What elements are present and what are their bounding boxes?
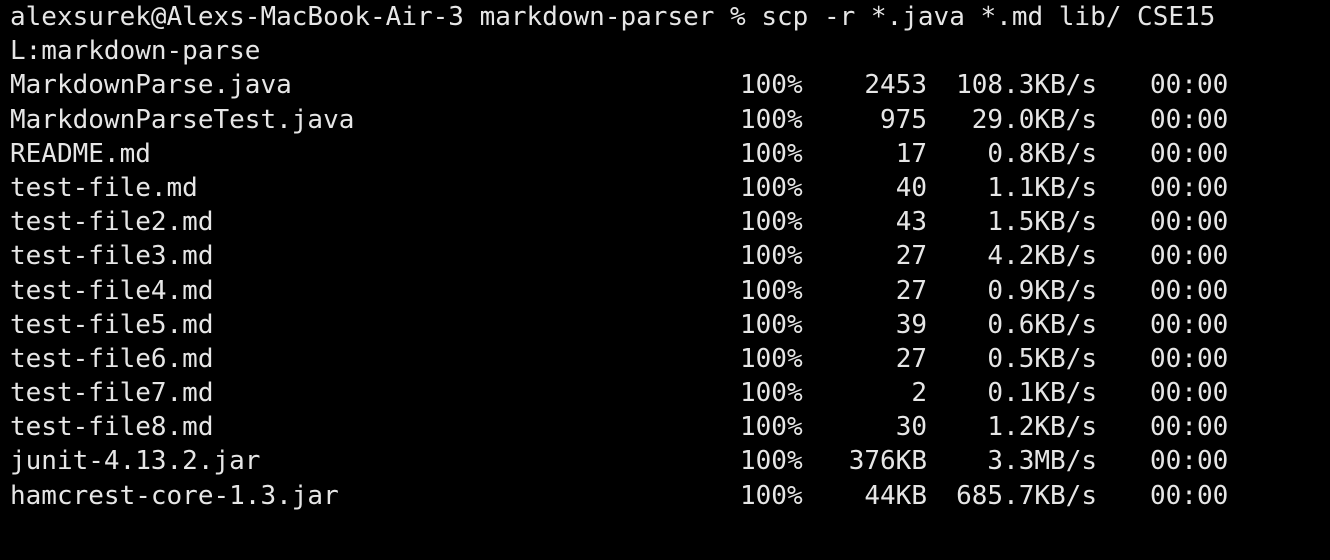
file-name: test-file.md [10, 172, 198, 203]
transfer-row: hamcrest-core-1.3.jar 100% 44KB 685.7KB/… [0, 479, 1330, 513]
transfer-percent: 100% [740, 412, 803, 443]
transfer-row: MarkdownParseTest.java 100% 975 29.0KB/s… [0, 103, 1330, 137]
transfer-size: 30 [895, 412, 927, 443]
transfer-size: 27 [895, 241, 927, 272]
transfer-row: test-file6.md 100% 27 0.5KB/s 00:00 [0, 342, 1330, 376]
transfer-eta: 00:00 [1150, 138, 1229, 169]
transfer-size: 27 [895, 275, 927, 306]
transfer-rate: 1.5KB/s [987, 207, 1097, 238]
transfer-rate: 1.2KB/s [987, 412, 1097, 443]
transfer-rate: 108.3KB/s [956, 70, 1097, 101]
command-line-wrap: L:markdown-parse [0, 34, 1330, 68]
transfer-percent: 100% [740, 378, 803, 409]
transfer-size: 44KB [864, 480, 927, 511]
transfer-size: 2 [911, 378, 927, 409]
transfer-rate: 0.1KB/s [987, 378, 1097, 409]
transfer-percent: 100% [740, 343, 803, 374]
transfer-percent: 100% [740, 275, 803, 306]
file-name: test-file6.md [10, 343, 214, 374]
file-name: test-file2.md [10, 207, 214, 238]
transfer-percent: 100% [740, 172, 803, 203]
transfer-row: test-file4.md 100% 27 0.9KB/s 00:00 [0, 274, 1330, 308]
transfer-rate: 0.5KB/s [987, 343, 1097, 374]
transfer-percent: 100% [740, 446, 803, 477]
transfer-rate: 685.7KB/s [956, 480, 1097, 511]
transfer-rate: 0.6KB/s [987, 309, 1097, 340]
transfer-eta: 00:00 [1150, 70, 1229, 101]
file-name: test-file5.md [10, 309, 214, 340]
transfer-row: test-file7.md 100% 2 0.1KB/s 00:00 [0, 376, 1330, 410]
transfer-eta: 00:00 [1150, 104, 1229, 135]
command-text-continued: L:markdown-parse [10, 36, 261, 67]
transfer-rate: 3.3MB/s [987, 446, 1097, 477]
transfer-row: test-file5.md 100% 39 0.6KB/s 00:00 [0, 308, 1330, 342]
transfer-rate: 0.8KB/s [987, 138, 1097, 169]
transfer-row: MarkdownParse.java 100% 2453 108.3KB/s 0… [0, 68, 1330, 102]
transfer-percent: 100% [740, 138, 803, 169]
transfer-row: test-file8.md 100% 30 1.2KB/s 00:00 [0, 410, 1330, 444]
transfer-rate: 4.2KB/s [987, 241, 1097, 272]
transfer-size: 2453 [864, 70, 927, 101]
transfer-percent: 100% [740, 70, 803, 101]
file-name: test-file8.md [10, 412, 214, 443]
command-line: alexsurek@Alexs-MacBook-Air-3 markdown-p… [0, 0, 1330, 34]
file-name: test-file4.md [10, 275, 214, 306]
transfer-eta: 00:00 [1150, 412, 1229, 443]
transfer-eta: 00:00 [1150, 378, 1229, 409]
transfer-percent: 100% [740, 207, 803, 238]
file-name: MarkdownParseTest.java [10, 104, 355, 135]
transfer-percent: 100% [740, 480, 803, 511]
transfer-rate: 1.1KB/s [987, 172, 1097, 203]
transfer-eta: 00:00 [1150, 275, 1229, 306]
transfer-eta: 00:00 [1150, 207, 1229, 238]
transfer-eta: 00:00 [1150, 480, 1229, 511]
transfer-eta: 00:00 [1150, 309, 1229, 340]
transfer-size: 40 [895, 172, 927, 203]
terminal-window[interactable]: alexsurek@Alexs-MacBook-Air-3 markdown-p… [0, 0, 1330, 560]
file-name: README.md [10, 138, 151, 169]
command-text: alexsurek@Alexs-MacBook-Air-3 markdown-p… [10, 2, 1216, 32]
transfer-eta: 00:00 [1150, 343, 1229, 374]
transfer-rate: 29.0KB/s [971, 104, 1097, 135]
transfer-row: test-file.md 100% 40 1.1KB/s 00:00 [0, 171, 1330, 205]
transfer-row: README.md 100% 17 0.8KB/s 00:00 [0, 137, 1330, 171]
transfer-size: 975 [880, 104, 927, 135]
transfer-eta: 00:00 [1150, 241, 1229, 272]
file-name: test-file3.md [10, 241, 214, 272]
transfer-percent: 100% [740, 309, 803, 340]
transfer-row: junit-4.13.2.jar 100% 376KB 3.3MB/s 00:0… [0, 444, 1330, 478]
file-name: test-file7.md [10, 378, 214, 409]
transfer-size: 39 [895, 309, 927, 340]
transfer-percent: 100% [740, 104, 803, 135]
file-name: MarkdownParse.java [10, 70, 292, 101]
transfer-size: 376KB [848, 446, 927, 477]
transfer-percent: 100% [740, 241, 803, 272]
transfer-eta: 00:00 [1150, 446, 1229, 477]
file-name: hamcrest-core-1.3.jar [10, 480, 339, 511]
transfer-eta: 00:00 [1150, 172, 1229, 203]
transfer-row: test-file3.md 100% 27 4.2KB/s 00:00 [0, 239, 1330, 273]
transfer-size: 27 [895, 343, 927, 374]
file-name: junit-4.13.2.jar [10, 446, 261, 477]
transfer-size: 17 [895, 138, 927, 169]
transfer-size: 43 [895, 207, 927, 238]
transfer-row: test-file2.md 100% 43 1.5KB/s 00:00 [0, 205, 1330, 239]
transfer-rate: 0.9KB/s [987, 275, 1097, 306]
